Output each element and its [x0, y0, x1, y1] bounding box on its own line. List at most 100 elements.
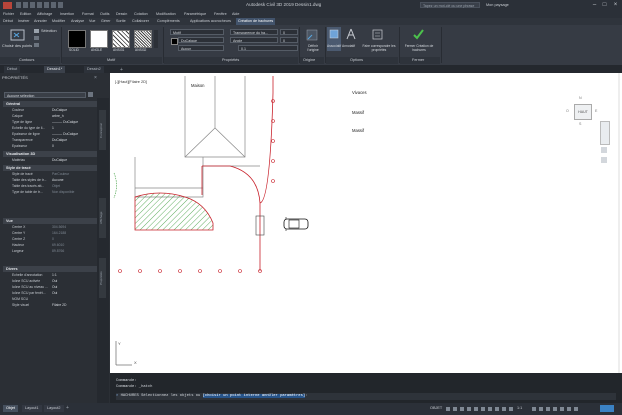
select-icon[interactable]	[34, 29, 39, 33]
match-properties-icon[interactable]	[372, 28, 384, 41]
menu-modification[interactable]: Modification	[156, 12, 176, 16]
doc-tab-dessin2[interactable]: Dessin2	[84, 66, 104, 73]
side-tab-conception[interactable]: Conception	[99, 110, 106, 150]
command-options[interactable]: [choisir un point interne annUler paramè…	[202, 394, 306, 398]
tab-modifier[interactable]: Modifier	[52, 19, 65, 23]
prop-value[interactable]: Oui	[52, 285, 57, 291]
osnap-icon[interactable]	[474, 407, 478, 411]
prop-value[interactable]: DuCalque	[52, 158, 67, 164]
prop-value[interactable]: Oui	[52, 291, 57, 297]
command-line[interactable]: × HACHURES Sélectionnez les objets ou [c…	[116, 393, 616, 400]
angle-value[interactable]: 0	[280, 37, 298, 43]
save-icon[interactable]	[30, 2, 35, 8]
transparency-field[interactable]: Transparence du ha...	[230, 29, 278, 35]
annotative-label[interactable]: Annotatif	[342, 44, 355, 48]
prop-value[interactable]: arbre_h	[52, 114, 64, 120]
pattern-solid[interactable]	[68, 30, 86, 48]
pan-icon[interactable]	[601, 147, 607, 153]
section-style-trace[interactable]: Style de tracé	[3, 165, 97, 171]
section-general[interactable]: Général	[3, 101, 97, 107]
angle-field[interactable]: Angle	[230, 37, 278, 43]
tab-gerer[interactable]: Gérer	[101, 19, 110, 23]
background-color-select[interactable]: Aucun	[178, 45, 224, 51]
menu-edition[interactable]: Edition	[20, 12, 31, 16]
viewcube-north[interactable]: N	[579, 96, 582, 100]
lineweight-icon[interactable]	[488, 407, 492, 411]
layout-tab-objet[interactable]: Objet	[3, 405, 19, 412]
menu-cotation[interactable]: Cotation	[134, 12, 148, 16]
section-visualisation-3d[interactable]: Visualisation 3D	[3, 151, 97, 157]
hardware-accel-icon[interactable]	[567, 407, 571, 411]
zoom-icon[interactable]	[601, 157, 607, 163]
plot-icon[interactable]	[44, 2, 49, 8]
transparency-icon[interactable]	[495, 407, 499, 411]
prop-value[interactable]: 0	[52, 144, 54, 150]
workspace-icon[interactable]	[532, 407, 536, 411]
options-panel-title[interactable]: Options	[350, 58, 363, 62]
side-tab-proprietes[interactable]: Propriétés	[99, 258, 106, 298]
app-logo-icon[interactable]	[3, 2, 12, 9]
grid-icon[interactable]	[446, 407, 450, 411]
scale-field[interactable]: 0.1	[238, 45, 298, 51]
doc-tab-debut[interactable]: Début	[4, 66, 21, 73]
layout-tab-1[interactable]: Layout1	[22, 405, 42, 412]
ortho-icon[interactable]	[460, 407, 464, 411]
menu-insertion[interactable]: Insertion	[60, 12, 74, 16]
viewcube[interactable]: HAUT N S O E	[566, 96, 600, 130]
pattern-scroll[interactable]	[154, 30, 158, 48]
hatch-type-select[interactable]: Motif	[170, 29, 224, 35]
prop-value[interactable]: ——— DuCalque	[52, 120, 78, 126]
pattern-ansi32[interactable]	[134, 30, 152, 48]
tab-analyse[interactable]: Analyse	[71, 19, 84, 23]
remove-icon[interactable]	[34, 36, 39, 40]
select-label[interactable]: Sélection	[41, 29, 57, 33]
tab-applications[interactable]: Applications accrocheurs	[190, 19, 231, 23]
prop-value[interactable]: DuCalque	[52, 138, 67, 144]
tab-annoter[interactable]: Annoter	[34, 19, 47, 23]
prop-value[interactable]: Aucune	[52, 178, 64, 184]
contours-panel-title[interactable]: Contours	[19, 58, 34, 62]
maximize-button[interactable]: □	[600, 1, 609, 9]
undo-icon[interactable]	[51, 2, 56, 8]
search-input[interactable]: Tapez un mot-clé ou une phrase	[420, 2, 480, 8]
polar-icon[interactable]	[467, 407, 471, 411]
layout-tab-2[interactable]: Layout2	[44, 405, 64, 412]
menu-affichage[interactable]: Affichage	[37, 12, 52, 16]
redo-icon[interactable]	[58, 2, 63, 8]
close-hatch-label[interactable]: Fermer Création de hachures	[400, 44, 438, 52]
selection-dropdown[interactable]: Aucune sélection	[4, 92, 86, 98]
tab-complements[interactable]: Compléments	[157, 19, 180, 23]
section-vue[interactable]: Vue	[3, 218, 97, 224]
transparency-value[interactable]: 0	[280, 29, 298, 35]
new-icon[interactable]	[16, 2, 21, 8]
pick-points-icon[interactable]	[10, 28, 26, 42]
pattern-ansi31[interactable]	[112, 30, 130, 48]
menu-outils[interactable]: Outils	[100, 12, 109, 16]
close-panel-title[interactable]: Fermer	[412, 58, 424, 62]
origin-panel-title[interactable]: Origine	[303, 58, 315, 62]
viewport-controls[interactable]: [-][Haut][Filaire 2D]	[115, 80, 147, 84]
set-origin-label[interactable]: Définir l'origine	[302, 44, 324, 52]
close-button[interactable]: ×	[611, 1, 620, 9]
minimize-button[interactable]: –	[590, 1, 599, 9]
saveas-icon[interactable]	[37, 2, 42, 8]
tab-debut[interactable]: Début	[3, 19, 13, 23]
prop-value[interactable]: Filaire 2D	[52, 303, 67, 309]
customization-icon[interactable]	[600, 405, 614, 412]
clean-screen-icon[interactable]	[574, 407, 578, 411]
tab-inserer[interactable]: Insérer	[18, 19, 29, 23]
add-layout-icon[interactable]: +	[66, 405, 69, 411]
palette-close-icon[interactable]: ×	[94, 75, 97, 81]
isolate-objects-icon[interactable]	[560, 407, 564, 411]
prop-value[interactable]: ——— DuCalque	[52, 132, 78, 138]
viewcube-east[interactable]: E	[595, 109, 597, 113]
menu-fichier[interactable]: Fichier	[3, 12, 14, 16]
otrack-icon[interactable]	[481, 407, 485, 411]
pick-points-label[interactable]: Choisir des points	[2, 44, 32, 48]
annotation-scale[interactable]: 1:1	[517, 406, 522, 410]
menu-dessin[interactable]: Dessin	[116, 12, 127, 16]
checkmark-icon[interactable]	[412, 28, 425, 41]
set-origin-icon[interactable]	[305, 28, 319, 42]
tab-collaborer[interactable]: Collaborer	[132, 19, 149, 23]
viewcube-top[interactable]: HAUT	[574, 104, 592, 120]
